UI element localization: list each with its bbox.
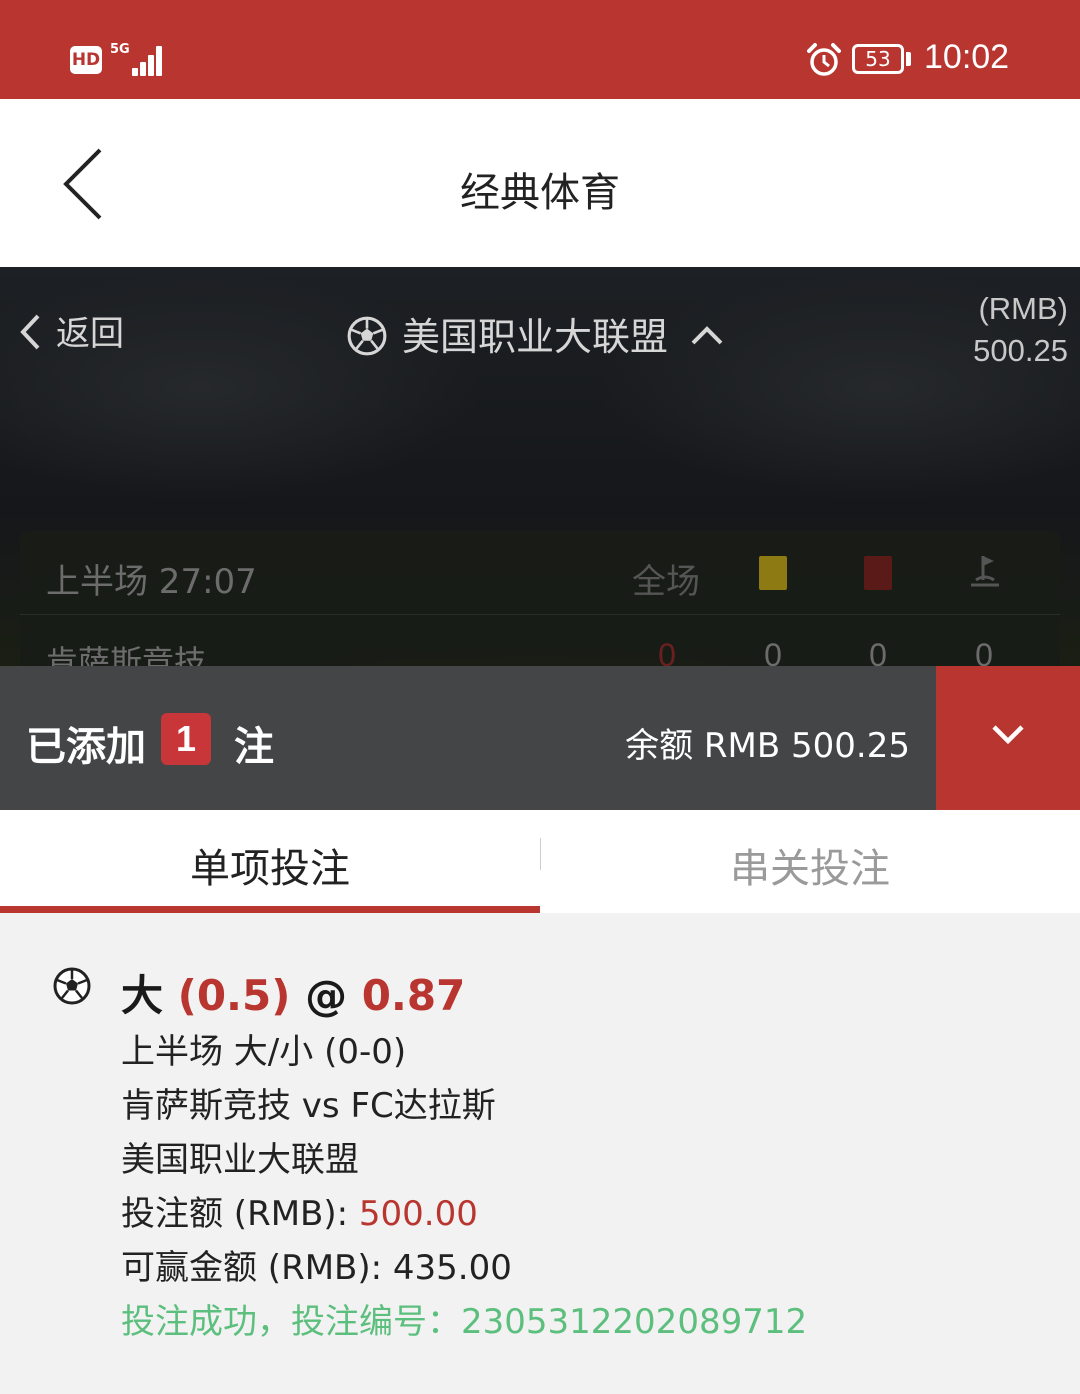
potential-win-value: 435.00: [392, 1248, 512, 1288]
active-tab-indicator: [0, 906, 540, 913]
alarm-icon: [807, 43, 841, 76]
league-name: 美国职业大联盟: [402, 315, 669, 359]
corner-flag-icon: [971, 556, 999, 587]
signal-icon: [118, 44, 164, 76]
potential-win-label: 可赢金额 (RMB):: [121, 1248, 383, 1288]
at-symbol: @: [305, 971, 348, 1020]
scoreboard-divider: [20, 614, 1060, 615]
clock: 10:02: [924, 38, 1010, 76]
bet-bar-balance: 余额 RMB 500.25: [625, 726, 910, 766]
bet-match: 肯萨斯竞技 vs FC达拉斯: [121, 1086, 496, 1126]
league-selector[interactable]: 美国职业大联盟: [346, 306, 724, 361]
collapse-bet-slip-button[interactable]: [936, 666, 1080, 810]
yellow-card-icon: [759, 556, 787, 590]
account-balance: (RMB) 500.25: [973, 288, 1068, 372]
back-link[interactable]: 返回: [18, 306, 124, 355]
soccer-ball-icon: [347, 316, 387, 356]
page-title: 经典体育: [460, 170, 620, 216]
full-match-label: 全场: [632, 562, 700, 602]
bet-odds: 0.87: [361, 971, 466, 1020]
bet-unit-label: 注: [234, 724, 274, 770]
bet-market: 上半场 大/小 (0-0): [121, 1032, 407, 1072]
match-period-time: 上半场 27:07: [46, 562, 257, 602]
bet-count-badge: 1: [161, 713, 211, 765]
battery-icon: 53: [852, 44, 904, 74]
currency-label: (RMB): [978, 291, 1068, 326]
bets-added-label: 已添加: [26, 724, 146, 770]
red-card-icon: [864, 556, 892, 590]
bet-selection-line: 大 (0.5) @ 0.87: [121, 962, 465, 1023]
back-label: 返回: [56, 314, 124, 354]
chevron-left-icon: [20, 314, 40, 350]
stake-value: 500.00: [358, 1194, 478, 1234]
balance-amount: 500.25: [973, 333, 1068, 368]
tab-single-bet[interactable]: 单项投注: [0, 836, 540, 894]
bet-success-message: 投注成功，投注编号：2305312202089712: [121, 1302, 808, 1342]
soccer-ball-icon: [53, 967, 91, 1005]
chevron-down-icon: [992, 725, 1024, 745]
hd-icon: HD: [70, 46, 102, 74]
bet-league: 美国职业大联盟: [121, 1140, 359, 1180]
stake-label: 投注额 (RMB):: [121, 1194, 349, 1234]
chevron-up-icon: [691, 326, 723, 345]
tab-parlay-bet[interactable]: 串关投注: [540, 836, 1080, 894]
bet-handicap: (0.5): [177, 971, 291, 1020]
potential-win-row: 可赢金额 (RMB): 435.00: [121, 1240, 512, 1289]
stake-row: 投注额 (RMB): 500.00: [121, 1186, 478, 1235]
battery-tip: [906, 52, 911, 66]
bet-selection: 大: [121, 971, 164, 1020]
